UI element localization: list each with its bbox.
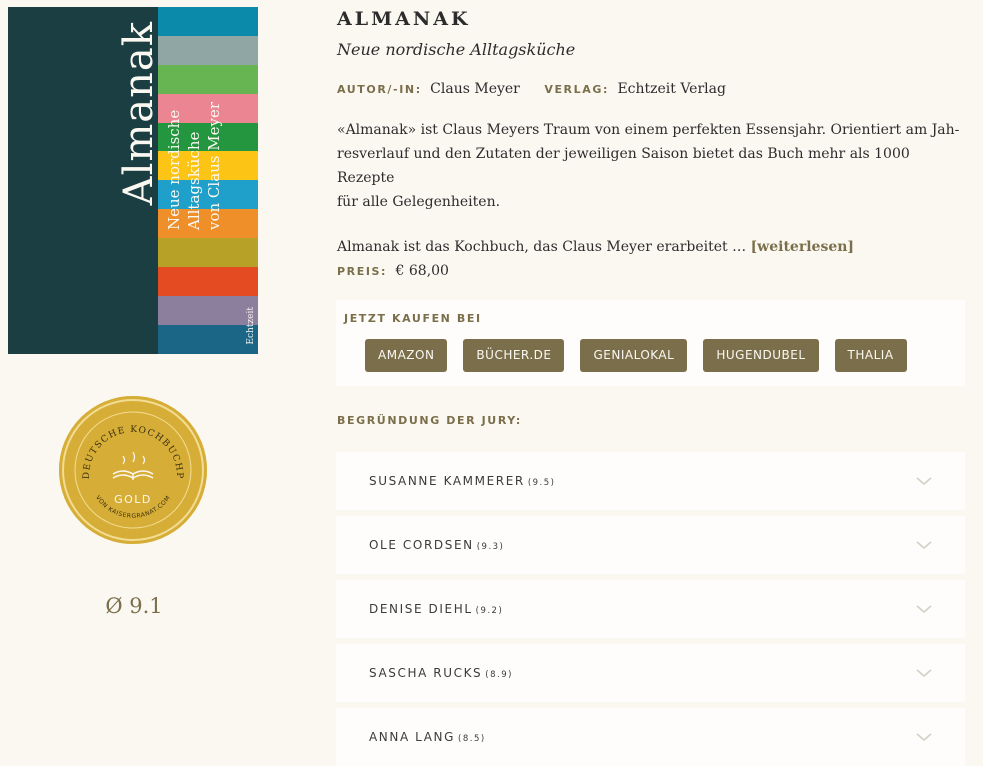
chevron-down-icon <box>916 669 932 678</box>
price: PREIS: € 68,00 <box>337 263 449 279</box>
description-paragraph: «Almanak» ist Claus Meyers Traum von ein… <box>337 118 969 214</box>
jury-accordion-item[interactable]: OLE CORDSEN (9.3) <box>336 516 965 574</box>
shop-button-buecher-de[interactable]: BÜCHER.DE <box>463 339 565 372</box>
publisher-label: VERLAG: <box>544 83 609 96</box>
cover-publisher-mark: Echtzeit <box>246 307 256 345</box>
jury-accordion-item[interactable]: SASCHA RUCKS (8.9) <box>336 644 965 702</box>
cover-stripe <box>158 295 258 325</box>
jury-member-name: ANNA LANG (8.5) <box>369 730 486 744</box>
jury-accordion-item[interactable]: ANNA LANG (8.5) <box>336 708 965 766</box>
book-meta: AUTOR/-IN: Claus Meyer VERLAG: Echtzeit … <box>337 81 746 97</box>
jury-score: (9.2) <box>475 606 504 616</box>
shop-button-amazon[interactable]: AMAZON <box>365 339 448 372</box>
jury-score: (9.3) <box>476 542 505 552</box>
jury-name-text: SASCHA RUCKS <box>369 666 483 680</box>
jury-name-text: ANNA LANG <box>369 730 456 744</box>
cover-stripe <box>158 267 258 296</box>
description-line: «Almanak» ist Claus Meyers Traum von ein… <box>337 122 960 138</box>
shop-button-genialokal[interactable]: GENIALOKAL <box>580 339 688 372</box>
cover-subtitle-line2: von Claus Meyer <box>205 101 223 230</box>
jury-accordion-item[interactable]: DENISE DIEHL (9.2) <box>336 580 965 638</box>
buy-box: JETZT KAUFEN BEI AMAZON BÜCHER.DE GENIAL… <box>336 300 965 386</box>
jury-accordion-item[interactable]: SUSANNE KAMMERER (9.5) <box>336 452 965 510</box>
jury-name-text: OLE CORDSEN <box>369 538 474 552</box>
jury-heading: BEGRÜNDUNG DER JURY: <box>337 414 522 427</box>
jury-member-name: SUSANNE KAMMERER (9.5) <box>369 474 555 488</box>
shop-buttons: AMAZON BÜCHER.DE GENIALOKAL HUGENDUBEL T… <box>365 339 907 372</box>
jury-score: (9.5) <box>527 478 556 488</box>
chevron-down-icon <box>916 605 932 614</box>
chevron-down-icon <box>916 477 932 486</box>
description-excerpt: Almanak ist das Kochbuch, das Claus Meye… <box>337 235 969 259</box>
author-value: Claus Meyer <box>430 81 520 97</box>
cover-subtitle-line1: Neue nordische Alltagsküche <box>165 109 203 230</box>
buy-label: JETZT KAUFEN BEI <box>344 312 482 325</box>
description-line: für alle Gelegenheiten. <box>337 194 501 210</box>
jury-score: (8.9) <box>485 670 513 680</box>
read-more-link[interactable]: [weiterlesen] <box>751 239 854 255</box>
jury-score: (8.5) <box>458 734 486 744</box>
publisher-value: Echtzeit Verlag <box>617 81 726 97</box>
jury-name-text: DENISE DIEHL <box>369 602 473 616</box>
shop-button-hugendubel[interactable]: HUGENDUBEL <box>703 339 819 372</box>
page-title: ALMANAK <box>337 8 471 30</box>
cover-subtitle: Neue nordische Alltagsküche von Claus Me… <box>164 15 224 230</box>
gold-award-medal: DER DEUTSCHE KOCHBUCHPREIS VON KAISERGRA… <box>59 396 207 544</box>
excerpt-text: Almanak ist das Kochbuch, das Claus Meye… <box>337 239 751 255</box>
shop-button-thalia[interactable]: THALIA <box>834 339 907 372</box>
medal-graphic: DER DEUTSCHE KOCHBUCHPREIS VON KAISERGRA… <box>59 396 192 529</box>
open-book-icon <box>112 451 154 480</box>
average-score: Ø 9.1 <box>105 594 163 618</box>
author-label: AUTOR/-IN: <box>337 83 422 96</box>
jury-member-name: OLE CORDSEN (9.3) <box>369 538 504 552</box>
cover-stripe <box>158 324 258 354</box>
chevron-down-icon <box>916 541 932 550</box>
book-description: «Almanak» ist Claus Meyers Traum von ein… <box>337 118 969 259</box>
jury-member-name: SASCHA RUCKS (8.9) <box>369 666 513 680</box>
chevron-down-icon <box>916 733 932 742</box>
description-line: resverlauf und den Zutaten der jeweilige… <box>337 146 910 186</box>
jury-member-name: DENISE DIEHL (9.2) <box>369 602 503 616</box>
cover-stripe <box>158 238 258 268</box>
cover-title: Almanak <box>116 21 162 206</box>
price-label: PREIS: <box>337 265 388 278</box>
jury-name-text: SUSANNE KAMMERER <box>369 474 525 488</box>
price-value: € 68,00 <box>395 263 449 279</box>
book-cover-image[interactable]: Almanak Neue nordische Alltagsküche von … <box>8 7 258 354</box>
medal-top-text: DER DEUTSCHE KOCHBUCHPREIS <box>59 396 184 480</box>
medal-level: GOLD <box>114 493 152 506</box>
book-subtitle: Neue nordische Alltagsküche <box>337 40 576 59</box>
